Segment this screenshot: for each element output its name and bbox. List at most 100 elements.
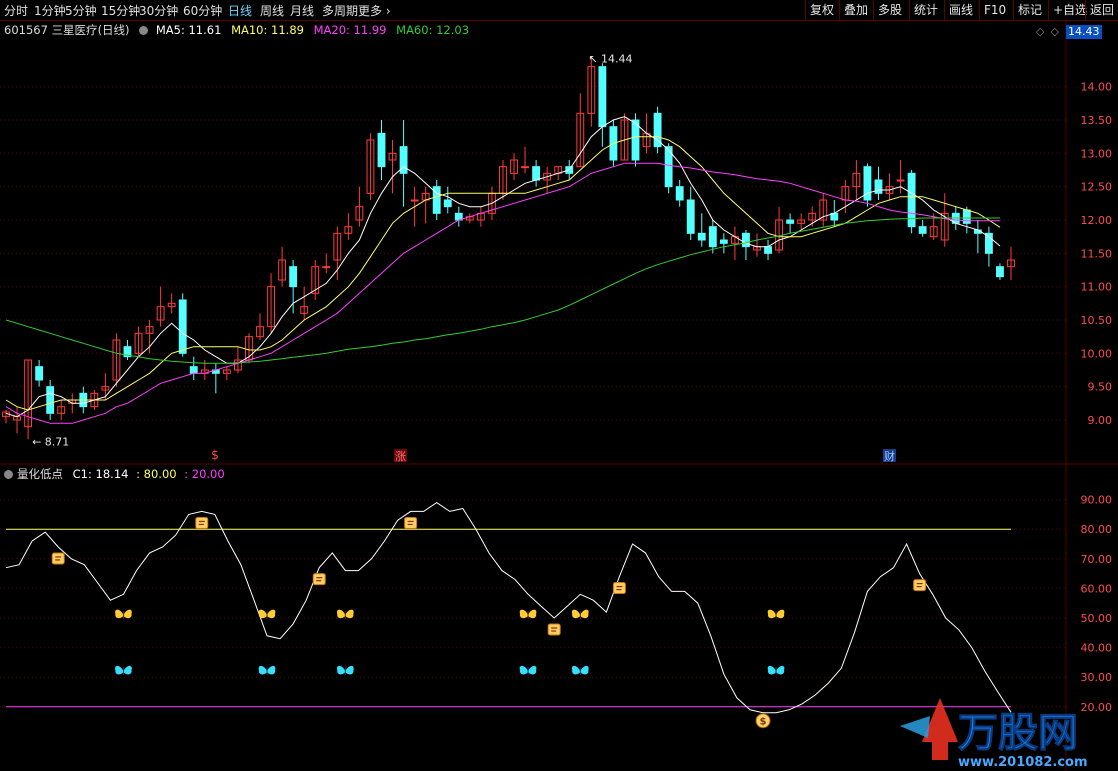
high-price-annotation: ↖ 14.44 <box>588 52 632 65</box>
candle-body <box>377 132 386 168</box>
butterfly-wing <box>345 609 354 619</box>
main-y-tick-label: 10.50 <box>1081 314 1113 327</box>
butterfly-wing <box>267 609 276 619</box>
sell-signal-icon <box>195 516 209 529</box>
main-y-tick-label: 12.50 <box>1081 181 1113 194</box>
sell-signal-body <box>51 552 65 565</box>
main-y-tick-label: 9.50 <box>1088 381 1113 394</box>
watermark-brand: 万股网 <box>958 710 1078 756</box>
butterfly-wing <box>571 609 581 619</box>
indicator-y-tick-label: 80.00 <box>1081 523 1113 536</box>
settings-circle-icon[interactable] <box>139 26 149 35</box>
indicator-line80: : 80.00 <box>136 467 177 481</box>
main-y-tick-label: 13.00 <box>1081 147 1113 160</box>
ma-line-ma60 <box>5 217 1000 364</box>
butterfly-wing <box>571 665 581 675</box>
butterfly-wing <box>767 665 777 675</box>
indicator-y-tick-label: 60.00 <box>1081 582 1113 595</box>
butterfly-icon-yellow <box>115 609 132 620</box>
stock-name: 三星医疗 <box>51 23 98 37</box>
butterfly-wing <box>336 665 346 675</box>
sell-signal-body <box>195 516 209 529</box>
butterfly-wing <box>123 665 132 675</box>
butterfly-icon-cyan <box>258 665 276 676</box>
butterfly-icon-yellow <box>571 609 589 620</box>
buy-signal-icon: $ <box>755 713 771 729</box>
period-label: (日线) <box>97 23 130 37</box>
indicator-y-tick-label: 70.00 <box>1081 553 1113 566</box>
butterfly-wing <box>519 665 529 675</box>
sell-signal-body <box>913 579 927 592</box>
butterfly-wing <box>345 665 354 675</box>
indicator-settings-circle-icon[interactable] <box>4 470 13 479</box>
butterfly-wing <box>336 609 346 619</box>
indicator-line20: : 20.00 <box>184 467 225 481</box>
candle-body <box>322 266 331 269</box>
candle-body <box>35 366 44 381</box>
low-price-annotation: ← 8.71 <box>32 435 69 448</box>
candle-body <box>178 299 187 354</box>
candle-body <box>697 232 706 241</box>
main-y-tick-label: 11.50 <box>1081 247 1113 260</box>
butterfly-icon-yellow <box>767 609 785 620</box>
candle-body <box>996 266 1004 278</box>
main-y-tick-label: 12.00 <box>1081 214 1113 227</box>
butterfly-wing <box>528 609 537 619</box>
candle-body <box>708 226 717 248</box>
chart-canvas: 9.00 9.50 10.00 10.50 11.00 11.50 12.00 12.50 13… <box>0 20 1118 771</box>
watermark-logo: 万股网 www.201082.com <box>900 698 1088 770</box>
sell-signal-body <box>612 582 626 595</box>
butterfly-icon-cyan <box>767 665 785 676</box>
butterfly-icon-yellow <box>519 609 537 620</box>
legend-ma5: MA5: 11.61 <box>155 23 222 37</box>
indicator-c1: C1: 18.14 <box>72 467 129 481</box>
indicator-y-tick-label: 30.00 <box>1081 671 1113 684</box>
butterfly-wing <box>776 609 785 619</box>
butterfly-wing <box>519 609 529 619</box>
butterfly-wing <box>267 665 276 675</box>
butterfly-icon-cyan <box>115 665 132 676</box>
candle-body <box>742 232 750 248</box>
stock-code: 601567 <box>4 23 48 37</box>
candle-body <box>189 366 198 374</box>
legend-ma20: MA20: 11.99 <box>313 23 387 37</box>
event-mark-dollar: $ <box>211 448 219 462</box>
legend-ma10: MA10: 11.89 <box>231 23 304 37</box>
sell-signal-icon <box>612 582 626 595</box>
butterfly-icon-cyan <box>519 665 537 676</box>
indicator-y-tick-label: 90.00 <box>1081 494 1113 507</box>
main-chart-legend: 601567 三星医疗(日线) MA5: 11.61 MA10: 11.89 M… <box>4 22 475 38</box>
sell-signal-icon <box>913 579 927 592</box>
candle-body <box>46 386 55 414</box>
butterfly-icon-cyan <box>571 665 589 676</box>
c1-line <box>5 501 1012 714</box>
butterfly-wing <box>767 609 777 619</box>
main-y-tick-label: 11.00 <box>1081 281 1113 294</box>
candle-body <box>896 179 905 182</box>
butterfly-wing <box>776 665 785 675</box>
candle-body <box>962 209 971 224</box>
sell-signal-icon <box>312 573 326 586</box>
current-price-tag: 14.43 <box>1066 25 1102 39</box>
candle-body <box>443 199 452 208</box>
butterfly-wing <box>258 609 268 619</box>
main-y-tick-label: 10.00 <box>1081 347 1113 360</box>
candle-body <box>719 239 728 244</box>
main-y-tick-label: 14.00 <box>1081 81 1113 94</box>
corner-icons[interactable]: ◇◇ <box>1036 25 1065 38</box>
butterfly-wing <box>528 665 537 675</box>
butterfly-wing <box>123 609 132 619</box>
candle-body <box>874 179 883 194</box>
butterfly-icon-yellow <box>258 609 276 620</box>
buy-signal-symbol: $ <box>760 717 767 728</box>
butterfly-wing <box>580 665 589 675</box>
butterfly-icon-yellow <box>336 609 354 620</box>
candle-body <box>410 199 419 202</box>
ma-line-ma20 <box>5 162 1000 424</box>
sell-signal-body <box>312 573 326 586</box>
indicator-y-tick-label: 40.00 <box>1081 642 1113 655</box>
legend-ma60: MA60: 12.03 <box>396 23 470 37</box>
candle-body <box>598 66 607 128</box>
watermark-url: www.201082.com <box>958 755 1088 770</box>
indicator-name: 量化低点 <box>17 467 63 481</box>
